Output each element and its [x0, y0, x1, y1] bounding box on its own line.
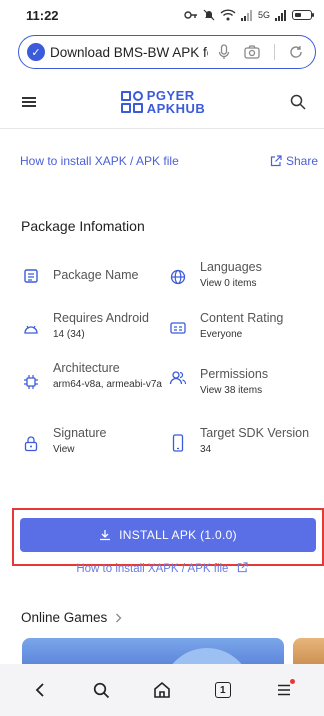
- key-icon: [184, 11, 197, 19]
- logo-mark-icon: [120, 91, 143, 113]
- online-games-label: Online Games: [21, 610, 108, 625]
- info-label: Package Name: [53, 268, 139, 282]
- globe-icon: [168, 267, 188, 287]
- info-permissions[interactable]: Permissions View 38 items: [168, 366, 318, 398]
- wifi-icon: [220, 9, 236, 21]
- home-icon: [154, 681, 170, 698]
- search-icon: [93, 682, 109, 698]
- browser-menu-button[interactable]: [269, 675, 299, 705]
- install-help-link[interactable]: How to install XAPK / APK file: [20, 154, 179, 168]
- info-value: arm64-v8a, armeabi-v7a: [53, 379, 162, 390]
- signal-icon: [240, 9, 252, 21]
- logo-line2: APKHUB: [146, 101, 206, 116]
- site-header: PGYER APKHUB: [0, 80, 324, 124]
- signal-icon-2: [275, 9, 286, 21]
- site-logo[interactable]: PGYER APKHUB: [120, 89, 206, 116]
- status-time: 11:22: [26, 7, 59, 23]
- camera-icon[interactable]: [244, 45, 260, 59]
- microphone-icon[interactable]: [218, 44, 230, 60]
- phone-icon: [168, 433, 188, 453]
- chip-icon: [21, 372, 41, 392]
- mute-icon: [203, 9, 215, 21]
- browser-bottom-nav: 1: [0, 664, 324, 716]
- menu-icon[interactable]: [22, 97, 36, 107]
- info-content-rating: Content Rating Everyone: [168, 310, 318, 342]
- info-signature[interactable]: Signature View: [21, 425, 169, 457]
- info-value: Everyone: [200, 329, 243, 340]
- info-label: Languages: [200, 260, 262, 274]
- reload-icon[interactable]: [289, 45, 303, 59]
- info-label: Requires Android: [53, 311, 149, 325]
- install-help-row: How to install XAPK / APK file Share: [20, 154, 318, 168]
- info-requires-android: Requires Android 14 (34): [21, 310, 169, 342]
- info-label: Target SDK Version: [200, 426, 310, 440]
- info-label: Permissions: [200, 367, 269, 381]
- address-bar[interactable]: ✓ Download BMS-BW APK fc: [18, 35, 316, 69]
- android-icon: [21, 319, 41, 339]
- address-divider: [274, 44, 275, 60]
- back-button[interactable]: [25, 675, 55, 705]
- id-card-icon: [168, 318, 188, 338]
- info-label: Signature: [53, 426, 107, 440]
- tab-count: 1: [214, 682, 231, 698]
- info-value[interactable]: View 38 items: [200, 384, 268, 398]
- share-button[interactable]: Share: [270, 154, 318, 168]
- search-icon[interactable]: [290, 94, 306, 110]
- info-value[interactable]: View 0 items: [200, 277, 262, 291]
- battery-icon: [292, 10, 314, 20]
- status-bar: 11:22 5G: [0, 0, 324, 30]
- install-help-link-2[interactable]: How to install XAPK / APK file: [0, 562, 324, 575]
- status-icons: 5G: [184, 9, 314, 21]
- install-help-link-2-text[interactable]: How to install XAPK / APK file: [76, 563, 228, 575]
- info-languages[interactable]: Languages View 0 items: [168, 259, 318, 291]
- download-icon: [100, 530, 111, 541]
- back-icon: [36, 683, 45, 697]
- header-divider: [0, 128, 324, 129]
- install-button-label: INSTALL APK (1.0.0): [119, 528, 237, 542]
- network-type: 5G: [257, 10, 270, 20]
- tabs-button[interactable]: 1: [208, 675, 238, 705]
- share-label: Share: [285, 154, 318, 168]
- info-label: Architecture: [53, 361, 120, 375]
- chevron-right-icon: [116, 613, 122, 622]
- info-package-name: Package Name: [21, 263, 169, 286]
- more-menu-icon: [277, 684, 290, 696]
- info-value: 34: [200, 444, 212, 455]
- url-text[interactable]: Download BMS-BW APK fc: [50, 45, 208, 60]
- install-apk-button[interactable]: INSTALL APK (1.0.0): [20, 518, 316, 552]
- info-target-sdk: Target SDK Version 34: [168, 425, 320, 457]
- search-nav-button[interactable]: [86, 675, 116, 705]
- info-value[interactable]: View: [53, 443, 107, 457]
- verified-shield-icon[interactable]: ✓: [27, 43, 45, 61]
- notification-dot: [289, 679, 295, 684]
- lock-icon: [21, 433, 41, 453]
- info-value: 14 (34): [53, 329, 85, 340]
- online-games-heading[interactable]: Online Games: [21, 610, 122, 625]
- info-architecture: Architecture arm64-v8a, armeabi-v7a: [21, 360, 171, 392]
- external-link-icon: [237, 562, 248, 573]
- share-icon: [270, 155, 282, 167]
- home-button[interactable]: [147, 675, 177, 705]
- document-icon: [21, 266, 41, 286]
- users-icon: [168, 368, 188, 388]
- info-label: Content Rating: [200, 311, 284, 325]
- package-info-title: Package Infomation: [21, 218, 145, 234]
